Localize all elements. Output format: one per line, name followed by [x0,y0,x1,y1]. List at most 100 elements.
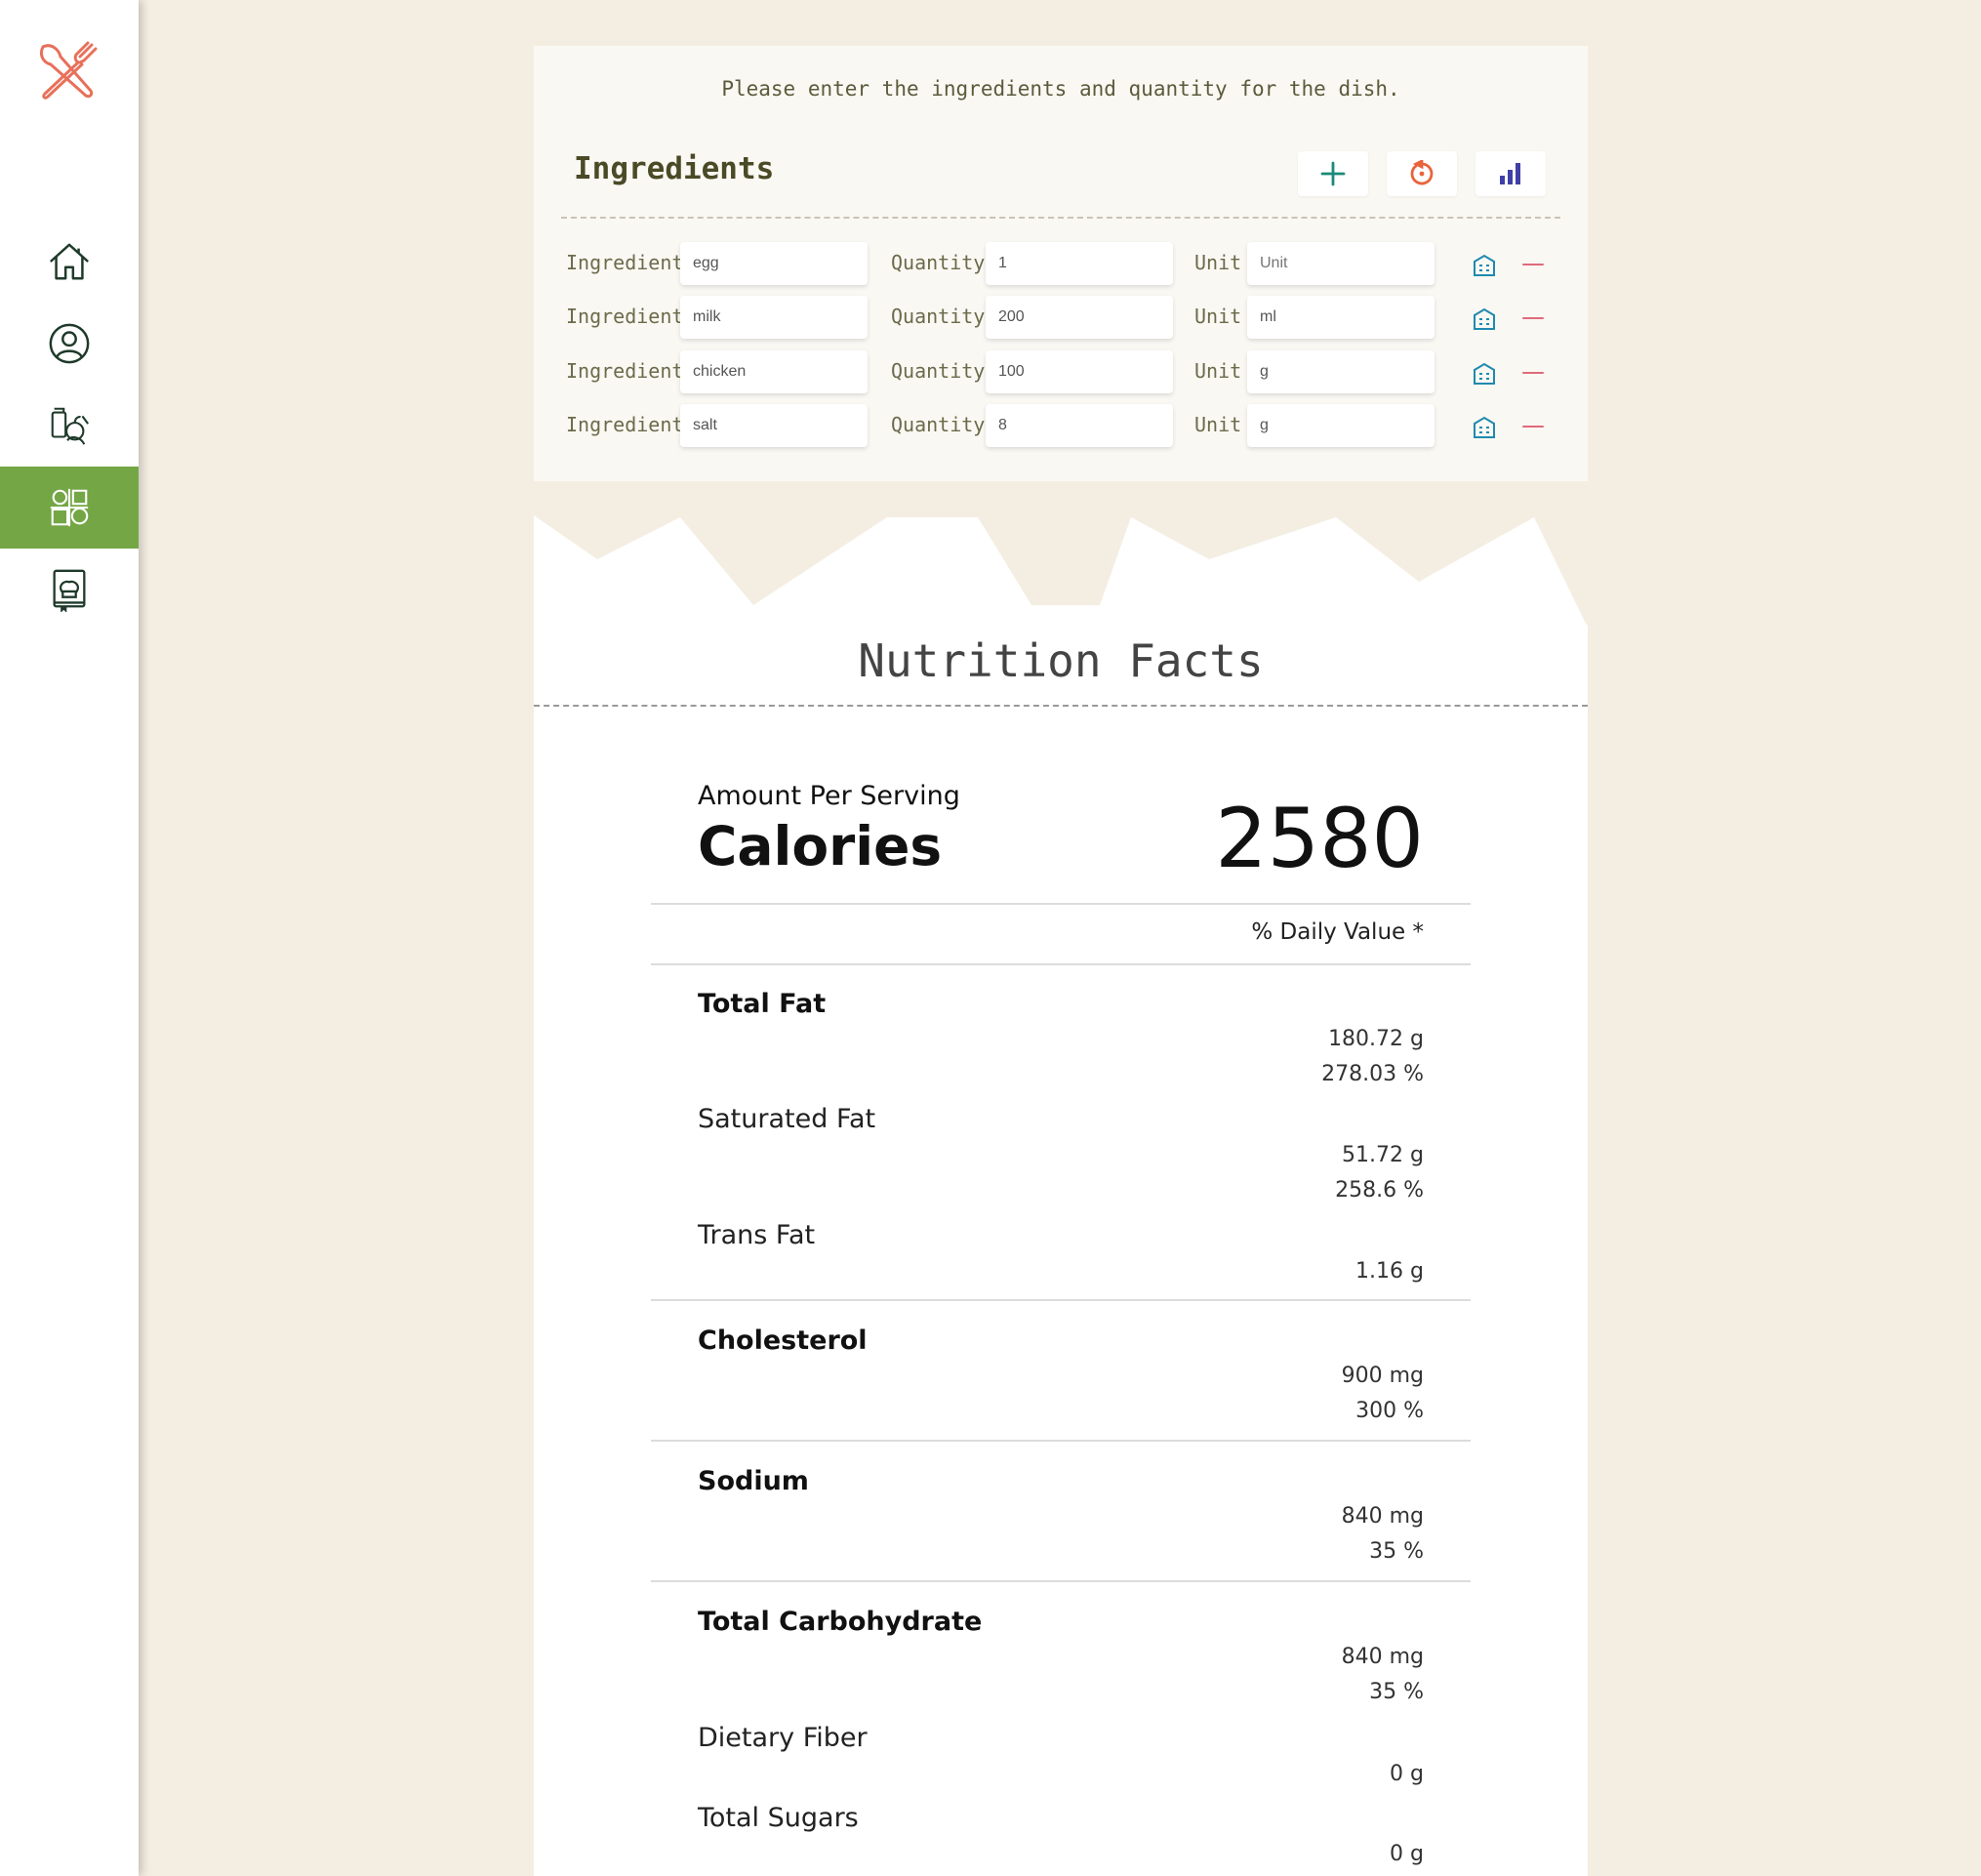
separator [651,1440,1471,1442]
unit-label: Unit [1194,251,1242,274]
nutrition-facts-card: Nutrition Facts Amount Per Serving Calor… [534,625,1588,1876]
remove-row-button[interactable] [1516,355,1551,390]
minus-icon [1522,317,1544,319]
ingredient-label: Ingredient [566,359,684,383]
total-sugars-label: Total Sugars [698,1803,859,1833]
quantity-input[interactable] [986,296,1173,339]
unit-input[interactable] [1247,404,1435,447]
remove-row-button[interactable] [1516,409,1551,444]
trans-fat-label: Trans Fat [698,1220,816,1250]
trans-fat-amount: 1.16 g [1355,1259,1424,1284]
ingredient-label: Ingredient [566,305,684,328]
total-sugars-amount: 0 g [1390,1842,1424,1866]
home-icon [49,243,90,280]
minus-icon [1522,264,1544,265]
reset-button[interactable] [1387,151,1457,196]
building-icon [1474,362,1495,385]
unit-input[interactable] [1247,350,1435,393]
unit-input[interactable] [1247,242,1435,285]
building-icon [1474,254,1495,276]
dietary-fiber-amount: 0 g [1390,1762,1424,1786]
row-detail-button[interactable] [1467,301,1502,336]
ingredients-icon [50,488,89,527]
daily-value-header: % Daily Value * [1251,919,1424,945]
quantity-input[interactable] [986,350,1173,393]
calories-value: 2580 [1215,791,1424,886]
nutrition-divider [534,705,1588,707]
building-icon [1474,416,1495,438]
row-detail-button[interactable] [1467,355,1502,390]
ingredients-title: Ingredients [574,151,775,186]
calories-label: Calories [698,815,943,877]
remove-row-button[interactable] [1516,247,1551,282]
minus-icon [1522,426,1544,428]
row-detail-button[interactable] [1467,247,1502,282]
crossed-utensils-icon[interactable] [37,41,100,100]
cholesterol-label: Cholesterol [698,1325,868,1356]
recipe-book-icon [53,569,86,612]
user-icon [49,323,90,364]
sodium-percent: 35 % [1369,1539,1424,1564]
ingredients-instructions: Please enter the ingredients and quantit… [721,77,1400,101]
ingredients-divider [561,217,1560,219]
total-fat-amount: 180.72 g [1328,1027,1424,1051]
nav-profile[interactable] [0,303,139,385]
add-ingredient-button[interactable] [1298,151,1368,196]
unit-label: Unit [1194,413,1242,436]
unit-label: Unit [1194,359,1242,383]
bar-chart-icon [1500,163,1520,184]
nav-home[interactable] [0,221,139,303]
remove-row-button[interactable] [1516,301,1551,336]
building-icon [1474,307,1495,330]
analyze-button[interactable] [1476,151,1546,196]
quantity-label: Quantity [891,359,986,383]
total-fat-percent: 278.03 % [1321,1062,1424,1086]
ingredient-input[interactable] [680,350,868,393]
amount-per-serving-label: Amount Per Serving [698,781,960,811]
saturated-fat-percent: 258.6 % [1335,1178,1424,1203]
ingredients-card: Please enter the ingredients and quantit… [534,46,1588,481]
ingredient-input[interactable] [680,296,868,339]
ingredient-label: Ingredient [566,251,684,274]
unit-input[interactable] [1247,296,1435,339]
add-icon [1320,161,1346,186]
ingredient-row: Ingredient Quantity Unit [534,296,1588,341]
nutrition-title: Nutrition Facts [858,634,1264,687]
unit-label: Unit [1194,305,1242,328]
separator [651,1580,1471,1582]
saturated-fat-label: Saturated Fat [698,1104,876,1134]
quantity-label: Quantity [891,251,986,274]
saturated-fat-amount: 51.72 g [1342,1143,1424,1167]
nav-recipes[interactable] [0,549,139,631]
separator [651,963,1471,965]
sodium-label: Sodium [698,1466,809,1496]
sodium-amount: 840 mg [1341,1504,1424,1529]
nav-ingredients[interactable] [0,467,139,549]
separator [651,1299,1471,1301]
nutrition-torn-edge [534,515,1588,632]
total-carbohydrate-label: Total Carbohydrate [698,1607,983,1637]
row-detail-button[interactable] [1467,409,1502,444]
separator [651,903,1471,905]
ingredient-input[interactable] [680,242,868,285]
cholesterol-percent: 300 % [1355,1399,1424,1423]
ingredient-row: Ingredient Quantity Unit [534,350,1588,395]
sidebar [0,0,139,1876]
minus-icon [1522,372,1544,374]
dietary-fiber-label: Dietary Fiber [698,1723,868,1753]
quantity-input[interactable] [986,242,1173,285]
ingredient-input[interactable] [680,404,868,447]
quantity-label: Quantity [891,413,986,436]
quantity-label: Quantity [891,305,986,328]
quantity-input[interactable] [986,404,1173,447]
reset-icon [1410,160,1434,185]
groceries-icon [51,407,90,445]
ingredient-label: Ingredient [566,413,684,436]
ingredient-row: Ingredient Quantity Unit [534,404,1588,449]
ingredient-row: Ingredient Quantity Unit [534,242,1588,287]
nav-groceries[interactable] [0,385,139,467]
cholesterol-amount: 900 mg [1341,1364,1424,1388]
total-carbohydrate-amount: 840 mg [1341,1645,1424,1669]
total-carbohydrate-percent: 35 % [1369,1680,1424,1704]
total-fat-label: Total Fat [698,989,827,1019]
